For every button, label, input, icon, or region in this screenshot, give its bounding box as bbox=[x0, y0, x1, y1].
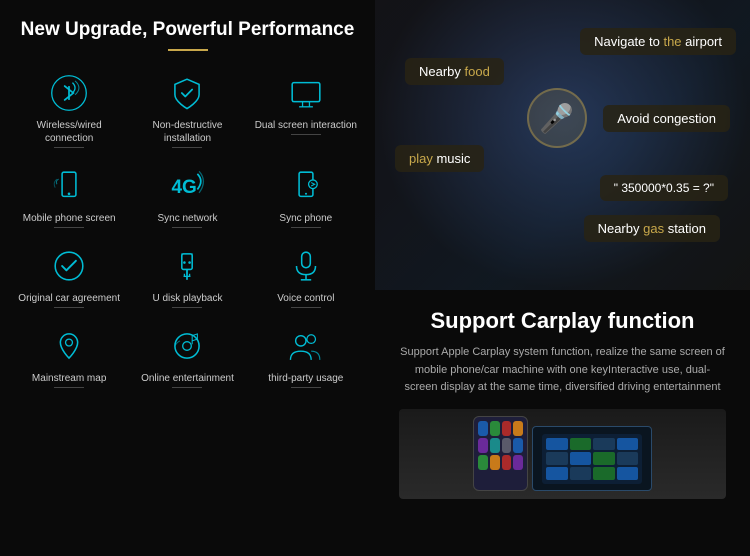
carplay-title: Support Carplay function bbox=[399, 308, 726, 334]
main-title: New Upgrade, Powerful Performance bbox=[21, 18, 355, 43]
4g-icon: 4G bbox=[165, 164, 209, 208]
users-icon bbox=[284, 324, 328, 368]
right-panel: 🎤 Navigate to the airport Nearby food Av… bbox=[375, 0, 750, 556]
feature-label-4g: Sync network bbox=[157, 212, 217, 225]
feature-divider bbox=[172, 307, 202, 308]
car-app-8 bbox=[617, 452, 639, 465]
voice-commands-area: 🎤 Navigate to the airport Nearby food Av… bbox=[375, 0, 750, 290]
feature-divider bbox=[291, 387, 321, 388]
feature-shield: Non-destructive installation bbox=[128, 63, 246, 156]
car-app-11 bbox=[593, 467, 615, 480]
navigate-highlight: the bbox=[663, 34, 681, 49]
car-app-2 bbox=[570, 438, 592, 451]
car-app-5 bbox=[546, 452, 568, 465]
bluetooth-icon bbox=[47, 71, 91, 115]
phone-screen bbox=[473, 416, 528, 491]
feature-label-mobile: Mobile phone screen bbox=[23, 212, 116, 225]
feature-label-dual-screen: Dual screen interaction bbox=[255, 119, 357, 132]
feature-mobile: Mobile phone screen bbox=[10, 156, 128, 236]
app-icon-5 bbox=[478, 438, 488, 453]
dual-screen-icon bbox=[284, 71, 328, 115]
car-app-4 bbox=[617, 438, 639, 451]
feature-divider bbox=[54, 227, 84, 228]
bubble-play: play music bbox=[395, 145, 484, 172]
feature-divider bbox=[54, 307, 84, 308]
car-display bbox=[532, 426, 652, 491]
feature-entertainment: Online entertainment bbox=[128, 316, 246, 396]
feature-voice: Voice control bbox=[247, 236, 365, 316]
feature-label-map: Mainstream map bbox=[32, 372, 106, 385]
feature-label-bluetooth: Wireless/wired connection bbox=[14, 119, 124, 145]
carplay-description: Support Apple Carplay system function, r… bbox=[399, 344, 726, 397]
feature-divider bbox=[291, 134, 321, 135]
feature-label-sync-phone: Sync phone bbox=[279, 212, 332, 225]
phone-car-mockup bbox=[465, 409, 660, 499]
feature-divider bbox=[291, 307, 321, 308]
car-display-inner bbox=[542, 434, 642, 484]
play-highlight: play bbox=[409, 151, 433, 166]
car-app-10 bbox=[570, 467, 592, 480]
bubble-navigate: Navigate to the airport bbox=[580, 28, 736, 55]
bubble-gas: Nearby gas station bbox=[584, 215, 720, 242]
title-divider bbox=[168, 49, 208, 51]
check-circle-icon bbox=[47, 244, 91, 288]
car-app-12 bbox=[617, 467, 639, 480]
app-icon-1 bbox=[478, 421, 488, 436]
car-app-3 bbox=[593, 438, 615, 451]
feature-label-entertainment: Online entertainment bbox=[141, 372, 234, 385]
bubble-avoid: Avoid congestion bbox=[603, 105, 730, 132]
car-app-1 bbox=[546, 438, 568, 451]
feature-divider bbox=[54, 387, 84, 388]
feature-divider bbox=[172, 147, 202, 148]
bubble-calc: " 350000*0.35 = ?" bbox=[600, 175, 728, 201]
car-app-9 bbox=[546, 467, 568, 480]
microphone-icon: 🎤 bbox=[539, 102, 574, 135]
feature-label-usb: U disk playback bbox=[152, 292, 222, 305]
feature-divider bbox=[172, 387, 202, 388]
app-icon-3 bbox=[502, 421, 512, 436]
app-icon-9 bbox=[478, 455, 488, 470]
sync-phone-icon bbox=[284, 164, 328, 208]
feature-4g: 4G Sync network bbox=[128, 156, 246, 236]
svg-text:4G: 4G bbox=[172, 177, 197, 198]
feature-label-agreement: Original car agreement bbox=[18, 292, 120, 305]
feature-divider bbox=[172, 227, 202, 228]
food-highlight: food bbox=[465, 64, 490, 79]
app-icon-7 bbox=[502, 438, 512, 453]
feature-label-third-party: third-party usage bbox=[268, 372, 343, 385]
features-grid: Wireless/wired connection Non-destructiv… bbox=[10, 63, 365, 396]
car-app-7 bbox=[593, 452, 615, 465]
app-icon-12 bbox=[513, 455, 523, 470]
mic-container: 🎤 bbox=[527, 88, 587, 148]
entertainment-icon bbox=[165, 324, 209, 368]
car-app-6 bbox=[570, 452, 592, 465]
app-icon-6 bbox=[490, 438, 500, 453]
app-icon-2 bbox=[490, 421, 500, 436]
mobile-icon bbox=[47, 164, 91, 208]
gas-highlight: gas bbox=[643, 221, 664, 236]
feature-label-shield: Non-destructive installation bbox=[132, 119, 242, 145]
app-icon-11 bbox=[502, 455, 512, 470]
feature-divider bbox=[291, 227, 321, 228]
left-panel: New Upgrade, Powerful Performance Wirele… bbox=[0, 0, 375, 556]
carplay-bottom-section: Support Carplay function Support Apple C… bbox=[375, 290, 750, 556]
feature-sync-phone: Sync phone bbox=[247, 156, 365, 236]
app-icon-4 bbox=[513, 421, 523, 436]
feature-third-party: third-party usage bbox=[247, 316, 365, 396]
app-icon-10 bbox=[490, 455, 500, 470]
feature-dual-screen: Dual screen interaction bbox=[247, 63, 365, 156]
feature-usb: U disk playback bbox=[128, 236, 246, 316]
map-icon bbox=[47, 324, 91, 368]
feature-map: Mainstream map bbox=[10, 316, 128, 396]
usb-icon bbox=[165, 244, 209, 288]
feature-divider bbox=[54, 147, 84, 148]
bubble-food: Nearby food bbox=[405, 58, 504, 85]
feature-bluetooth: Wireless/wired connection bbox=[10, 63, 128, 156]
voice-control-icon bbox=[284, 244, 328, 288]
shield-icon bbox=[165, 71, 209, 115]
carplay-mockup-image bbox=[399, 409, 726, 499]
feature-label-voice: Voice control bbox=[277, 292, 334, 305]
feature-agreement: Original car agreement bbox=[10, 236, 128, 316]
app-icon-8 bbox=[513, 438, 523, 453]
